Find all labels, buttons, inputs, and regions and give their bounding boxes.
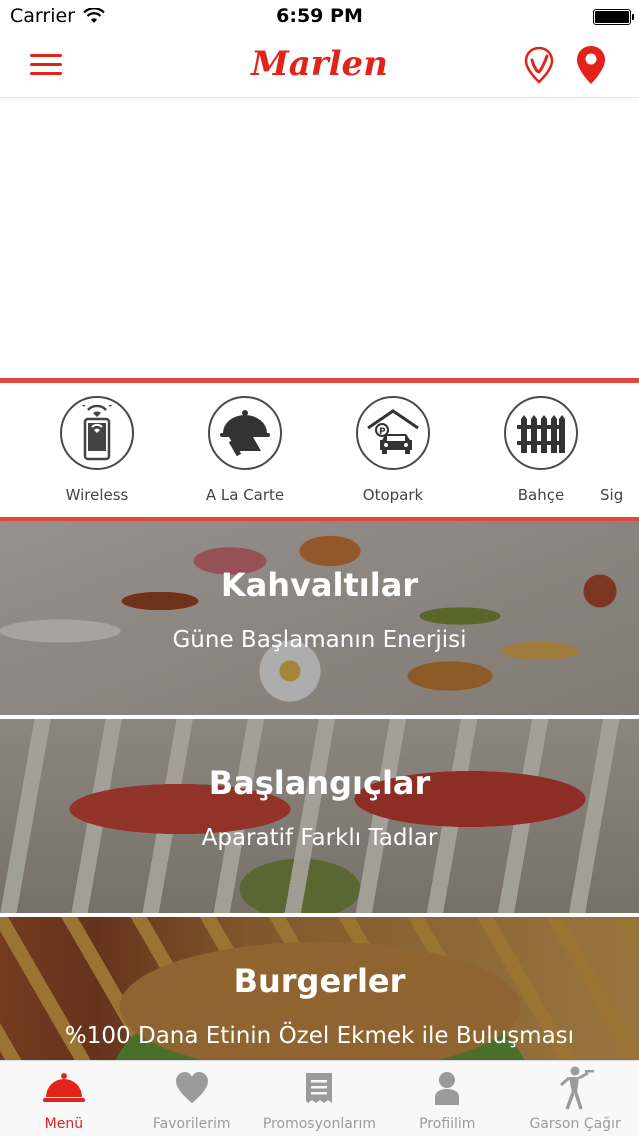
garden-fence-icon	[504, 396, 578, 470]
feature-partial[interactable]: Sig	[600, 396, 639, 504]
nav-actions	[521, 44, 609, 86]
card-subtitle: Aparatif Farklı Tadlar	[201, 825, 438, 851]
tab-label: Garson Çağır	[529, 1116, 621, 1132]
wireless-phone-icon	[60, 396, 134, 470]
tab-label: Promosyonlarım	[262, 1116, 377, 1132]
hero-banner-area	[0, 98, 639, 378]
clock: 6:59 PM	[276, 5, 363, 27]
card-overlay	[0, 719, 639, 913]
feature-label: Sig	[600, 486, 624, 504]
feature-label: Otopark	[362, 486, 424, 504]
tab-label: Favorilerim	[152, 1116, 231, 1132]
serving-bell-icon	[42, 1073, 85, 1102]
route-pin-icon[interactable]	[521, 44, 557, 86]
map-pin-icon[interactable]	[573, 44, 609, 86]
waiter-icon	[560, 1066, 595, 1110]
nav-bar: Marlen	[0, 34, 639, 98]
feature-label: A La Carte	[205, 486, 285, 504]
tab-profilim[interactable]: Profiilim	[383, 1061, 511, 1136]
category-card-baslangiclar[interactable]: Başlangıçlar Aparatif Farklı Tadlar	[0, 719, 639, 913]
card-title: Kahvaltılar	[220, 566, 419, 604]
tab-label: Profiilim	[419, 1116, 476, 1132]
serving-cloche-icon	[208, 396, 282, 470]
feature-wireless[interactable]: Wireless	[37, 396, 157, 504]
card-overlay	[0, 521, 639, 715]
card-subtitle: Güne Başlamanın Enerjisi	[172, 627, 467, 653]
category-card-kahvaltilar[interactable]: Kahvaltılar Güne Başlamanın Enerjisi	[0, 521, 639, 715]
tab-garson-cagir[interactable]: Garson Çağır	[511, 1061, 639, 1136]
heart-icon	[175, 1072, 208, 1103]
feature-label: Bahçe	[517, 486, 565, 504]
tab-bar: Menü Favorilerim Promosyonlarım Profiili…	[0, 1060, 639, 1136]
feature-a-la-carte[interactable]: A La Carte	[185, 396, 305, 504]
battery-icon	[593, 9, 634, 25]
card-title: Burgerler	[233, 962, 406, 1000]
tab-menu[interactable]: Menü	[0, 1061, 128, 1136]
feature-otopark[interactable]: P Otopark	[333, 396, 453, 504]
tab-promosyonlarim[interactable]: Promosyonlarım	[256, 1061, 384, 1136]
card-title: Başlangıçlar	[208, 764, 431, 802]
status-bar: Carrier 6:59 PM	[0, 0, 639, 34]
feature-bahce[interactable]: Bahçe	[481, 396, 601, 504]
user-icon	[435, 1072, 460, 1105]
parking-garage-icon: P	[356, 396, 430, 470]
feature-label: Wireless	[65, 486, 129, 504]
tab-label: Menü	[44, 1116, 84, 1132]
receipt-icon	[306, 1073, 333, 1103]
svg-text:P: P	[379, 427, 386, 437]
tab-favorilerim[interactable]: Favorilerim	[128, 1061, 256, 1136]
card-subtitle: %100 Dana Etinin Özel Ekmek ile Buluşmas…	[64, 1023, 575, 1049]
features-strip[interactable]: Wireless A La Carte P Otopark Bahçe Sig	[0, 378, 639, 521]
